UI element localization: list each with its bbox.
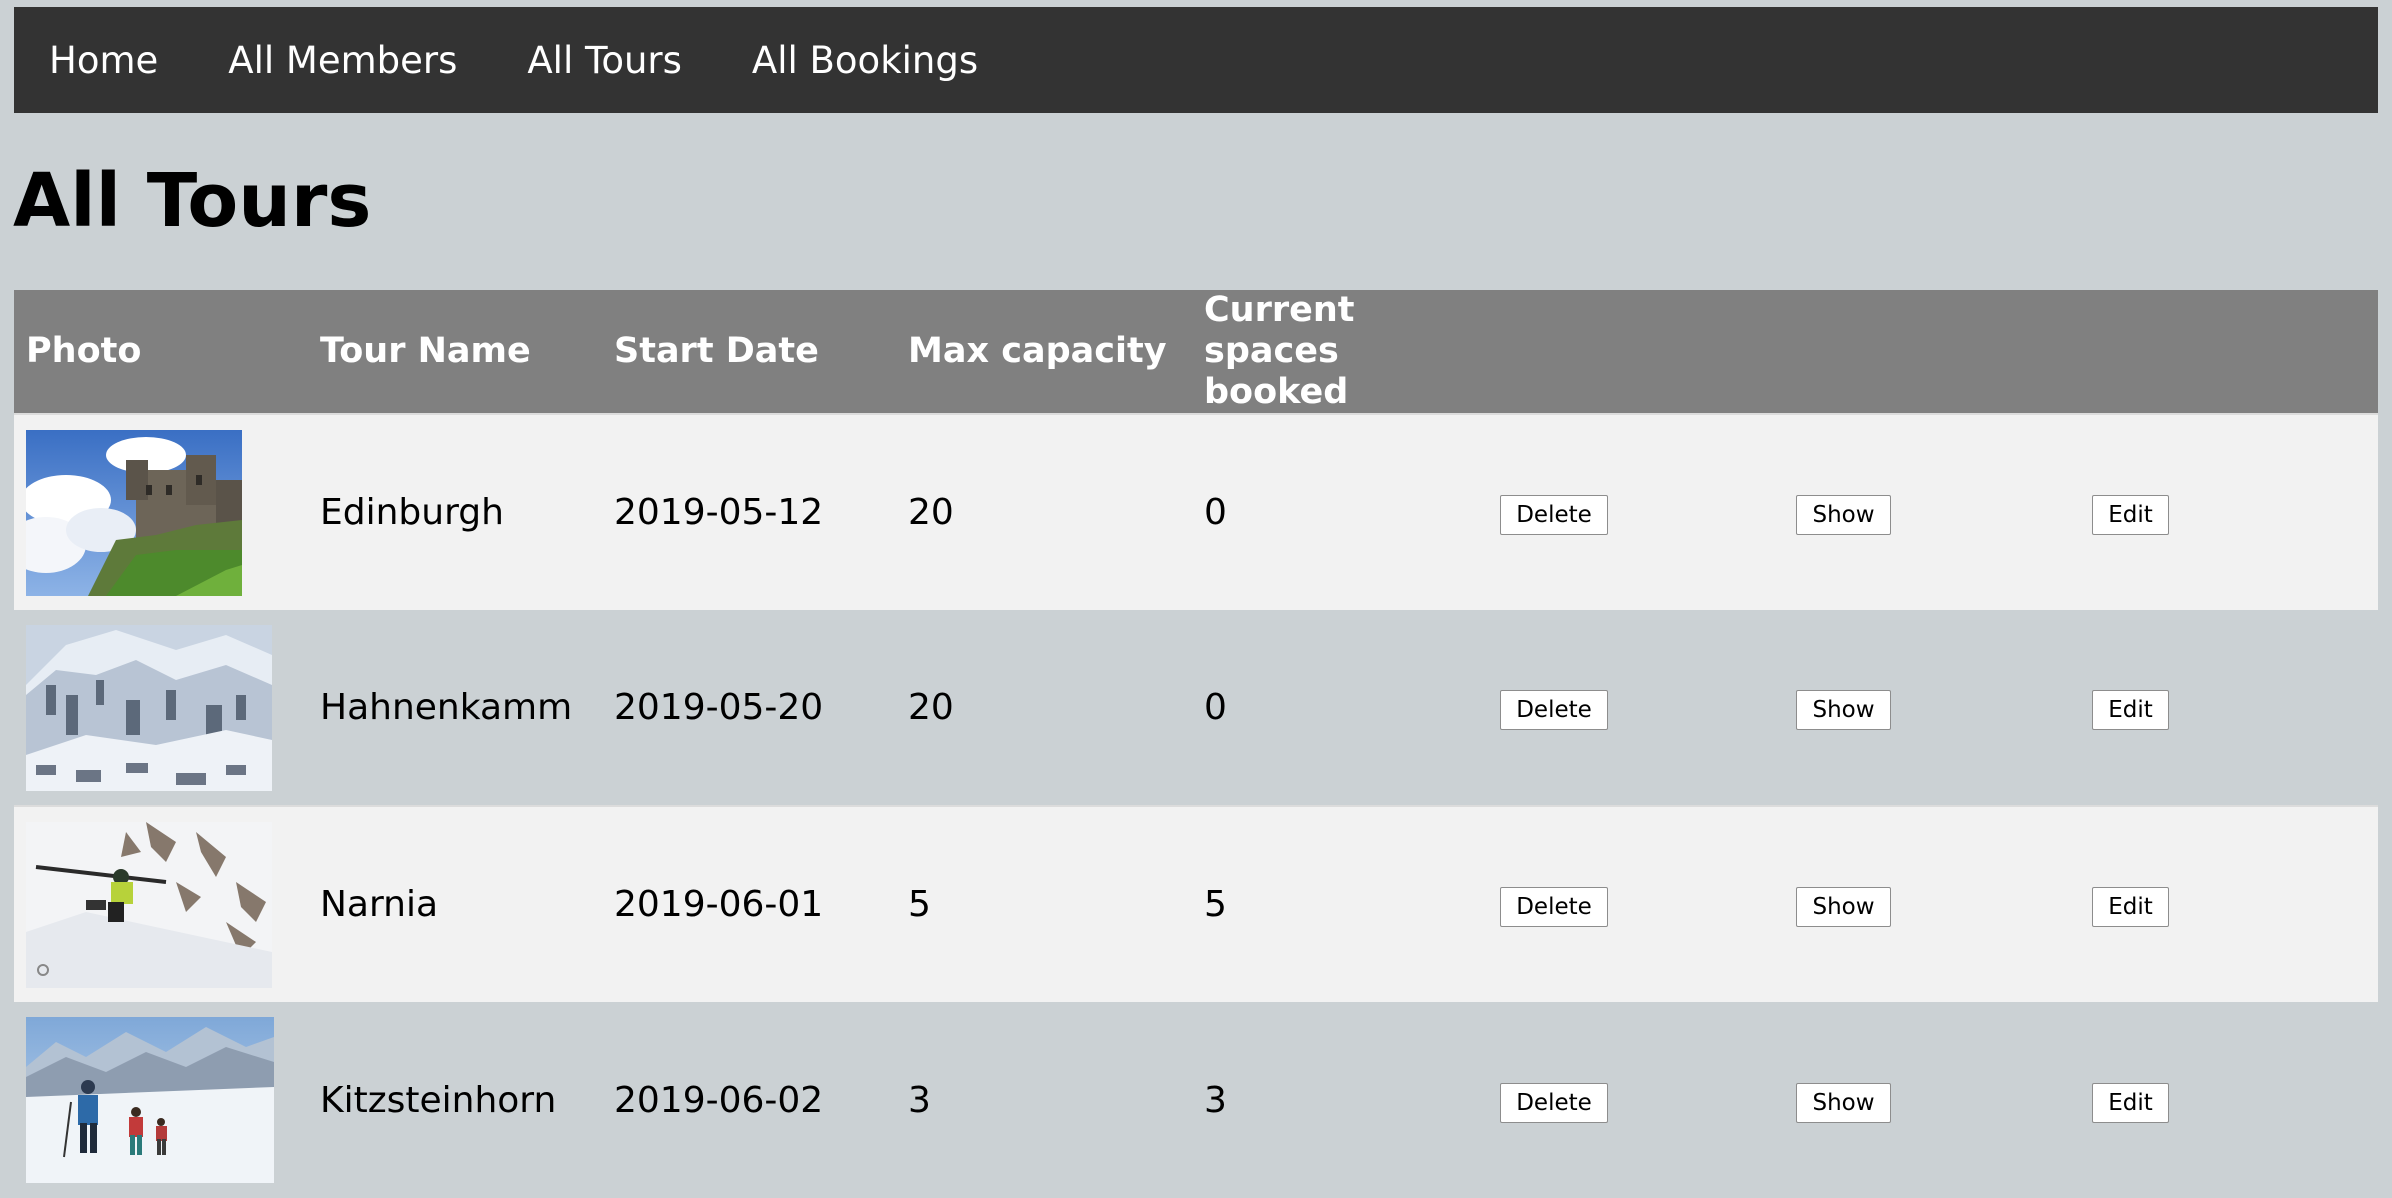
header-tour-name: Tour Name bbox=[320, 331, 531, 371]
show-button[interactable]: Show bbox=[1796, 495, 1891, 535]
delete-button[interactable]: Delete bbox=[1500, 495, 1608, 535]
current-spaces-booked-cell: 5 bbox=[1192, 805, 1488, 1002]
show-button[interactable]: Show bbox=[1796, 887, 1891, 927]
start-date-cell: 2019-06-01 bbox=[602, 805, 896, 1002]
header-current-spaces-booked-line2: booked bbox=[1204, 372, 1349, 412]
page-title: All Tours bbox=[13, 158, 372, 244]
max-capacity-cell: 5 bbox=[896, 805, 1192, 1002]
tour-name-cell: Narnia bbox=[308, 805, 602, 1002]
castle-photo-icon bbox=[26, 429, 242, 596]
header-current-spaces-booked: Current spaces booked bbox=[1192, 290, 1488, 414]
start-date-cell: 2019-05-12 bbox=[602, 413, 896, 610]
tour-name-cell: Hahnenkamm bbox=[320, 687, 573, 728]
nav-link-all-tours[interactable]: All Tours bbox=[527, 39, 682, 82]
delete-button[interactable]: Delete bbox=[1500, 1082, 1608, 1123]
max-capacity-cell: 20 bbox=[908, 687, 954, 728]
tours-table: Photo Tour Name Start Date Max capacity … bbox=[14, 290, 2378, 1198]
header-edit-column bbox=[2080, 290, 2378, 414]
header-photo: Photo bbox=[26, 331, 142, 371]
table-row: Edinburgh 2019-05-12 20 0 Delete Show Ed… bbox=[14, 413, 2378, 610]
header-current-spaces-booked-line1: Current spaces bbox=[1204, 290, 1355, 371]
main-navbar: Home All Members All Tours All Bookings bbox=[14, 7, 2378, 113]
snowy-valley-photo-icon bbox=[26, 624, 272, 791]
header-max-capacity: Max capacity bbox=[908, 331, 1167, 371]
nav-link-home[interactable]: Home bbox=[49, 39, 158, 82]
edit-button[interactable]: Edit bbox=[2092, 690, 2169, 730]
header-delete-column bbox=[1488, 290, 1784, 414]
show-button[interactable]: Show bbox=[1796, 690, 1891, 730]
show-button[interactable]: Show bbox=[1796, 1082, 1891, 1123]
table-header-row: Photo Tour Name Start Date Max capacity … bbox=[14, 290, 2378, 414]
edit-button[interactable]: Edit bbox=[2092, 495, 2169, 535]
header-start-date: Start Date bbox=[614, 331, 819, 371]
nav-link-all-members[interactable]: All Members bbox=[228, 39, 457, 82]
table-row: Hahnenkamm 2019-05-20 20 0 Delete Show E… bbox=[14, 610, 2378, 806]
tour-name-cell: Kitzsteinhorn bbox=[320, 1079, 557, 1121]
max-capacity-cell: 3 bbox=[908, 1079, 931, 1121]
skier-slope-photo-icon bbox=[26, 821, 272, 988]
header-show-column bbox=[1784, 290, 2080, 414]
table-row: Kitzsteinhorn 2019-06-02 3 3 Delete Show… bbox=[14, 1002, 2378, 1198]
tour-name-cell: Edinburgh bbox=[308, 413, 602, 610]
current-spaces-booked-cell: 0 bbox=[1204, 687, 1227, 728]
delete-button[interactable]: Delete bbox=[1500, 690, 1608, 730]
delete-button[interactable]: Delete bbox=[1500, 887, 1608, 927]
edit-button[interactable]: Edit bbox=[2092, 887, 2169, 927]
current-spaces-booked-cell: 0 bbox=[1192, 413, 1488, 610]
table-row: Narnia 2019-06-01 5 5 Delete Show Edit bbox=[14, 805, 2378, 1002]
ski-tourers-photo-icon bbox=[26, 1017, 274, 1183]
edit-button[interactable]: Edit bbox=[2092, 1082, 2169, 1123]
start-date-cell: 2019-05-20 bbox=[614, 687, 824, 728]
max-capacity-cell: 20 bbox=[896, 413, 1192, 610]
nav-link-all-bookings[interactable]: All Bookings bbox=[752, 39, 978, 82]
start-date-cell: 2019-06-02 bbox=[614, 1079, 824, 1121]
current-spaces-booked-cell: 3 bbox=[1204, 1079, 1227, 1121]
